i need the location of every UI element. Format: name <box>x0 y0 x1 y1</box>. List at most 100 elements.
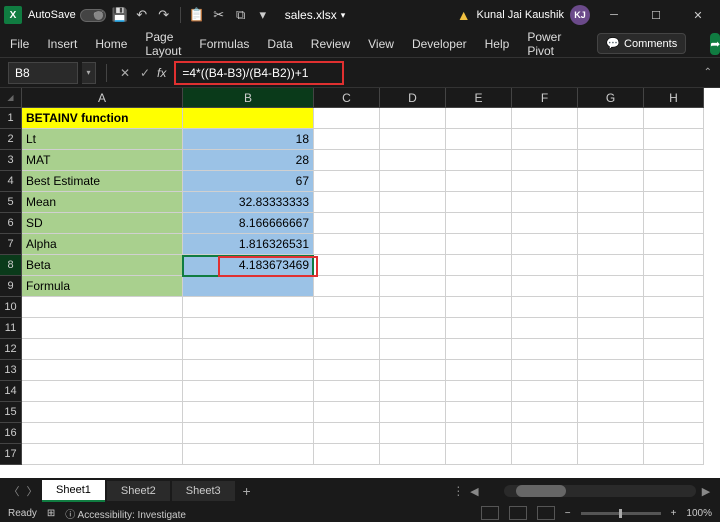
cell[interactable]: 8.166666667 <box>183 213 314 234</box>
user-account[interactable]: ▲ Kunal Jai Kaushik KJ <box>457 5 590 25</box>
tab-insert[interactable]: Insert <box>47 33 77 55</box>
view-break-icon[interactable] <box>537 506 555 520</box>
cell[interactable] <box>183 276 314 297</box>
cut-icon[interactable]: ✂ <box>211 7 227 23</box>
tab-menu-icon[interactable]: ⋮ <box>452 484 464 498</box>
row-header[interactable]: 9 <box>0 276 22 297</box>
sheet-tab-3[interactable]: Sheet3 <box>172 481 235 501</box>
zoom-slider[interactable] <box>581 512 661 515</box>
enter-icon[interactable]: ✓ <box>137 65 153 81</box>
maximize-button[interactable]: ☐ <box>638 0 674 30</box>
cell[interactable]: 67 <box>183 171 314 192</box>
col-header-b[interactable]: B <box>183 88 314 108</box>
cell[interactable]: MAT <box>22 150 183 171</box>
row-header[interactable]: 15 <box>0 402 22 423</box>
row-header[interactable]: 5 <box>0 192 22 213</box>
row-header[interactable]: 10 <box>0 297 22 318</box>
col-header-h[interactable]: H <box>644 88 704 108</box>
cell[interactable]: Mean <box>22 192 183 213</box>
col-header-d[interactable]: D <box>380 88 446 108</box>
cancel-icon[interactable]: ✕ <box>117 65 133 81</box>
row-header[interactable]: 3 <box>0 150 22 171</box>
zoom-level[interactable]: 100% <box>686 508 712 519</box>
autosave-toggle[interactable]: AutoSave Off <box>28 9 106 22</box>
row-header[interactable]: 16 <box>0 423 22 444</box>
redo-icon[interactable]: ↷ <box>156 7 172 23</box>
row-header[interactable]: 11 <box>0 318 22 339</box>
row-header[interactable]: 6 <box>0 213 22 234</box>
row-header[interactable]: 8 <box>0 255 22 276</box>
row-header[interactable]: 12 <box>0 339 22 360</box>
undo-icon[interactable]: ↶ <box>134 7 150 23</box>
col-header-f[interactable]: F <box>512 88 578 108</box>
cell[interactable]: 18 <box>183 129 314 150</box>
add-sheet-button[interactable]: + <box>237 483 257 499</box>
macro-icon[interactable]: ⊞ <box>47 508 55 519</box>
col-header-c[interactable]: C <box>314 88 380 108</box>
cell[interactable]: Lt <box>22 129 183 150</box>
name-box[interactable]: B8 <box>8 62 78 84</box>
zoom-out-button[interactable]: − <box>565 508 571 519</box>
tab-data[interactable]: Data <box>267 33 292 55</box>
cell[interactable]: SD <box>22 213 183 234</box>
worksheet[interactable]: ◢ A B C D E F G H 1BETAINV function 2Lt1… <box>0 88 720 488</box>
fx-icon[interactable]: fx <box>157 66 166 80</box>
row-header[interactable]: 17 <box>0 444 22 465</box>
cell-active[interactable]: 4.183673469 <box>183 255 314 276</box>
cell[interactable]: Alpha <box>22 234 183 255</box>
tab-formulas[interactable]: Formulas <box>199 33 249 55</box>
formula-input[interactable] <box>174 61 344 85</box>
cell[interactable]: 32.83333333 <box>183 192 314 213</box>
excel-icon: X <box>4 6 22 24</box>
formula-bar: B8 ▾ ✕ ✓ fx ⌃ <box>0 58 720 88</box>
minimize-button[interactable]: ─ <box>596 0 632 30</box>
copy-icon[interactable]: ⧉ <box>233 7 249 23</box>
share-button[interactable]: ➦ <box>710 33 720 55</box>
cell[interactable]: 28 <box>183 150 314 171</box>
cell[interactable]: Formula <box>22 276 183 297</box>
expand-formula-icon[interactable]: ⌃ <box>704 67 712 78</box>
col-header-e[interactable]: E <box>446 88 512 108</box>
tab-power-pivot[interactable]: Power Pivot <box>527 26 561 62</box>
row-header[interactable]: 1 <box>0 108 22 129</box>
tab-home[interactable]: Home <box>95 33 127 55</box>
close-button[interactable]: ✕ <box>680 0 716 30</box>
cell[interactable]: Beta <box>22 255 183 276</box>
tab-file[interactable]: File <box>10 33 29 55</box>
view-page-icon[interactable] <box>509 506 527 520</box>
tab-page-layout[interactable]: Page Layout <box>145 26 181 62</box>
row-header[interactable]: 13 <box>0 360 22 381</box>
scroll-left[interactable]: ◀ <box>466 483 482 499</box>
col-header-g[interactable]: G <box>578 88 644 108</box>
filename[interactable]: sales.xlsx ▾ <box>285 8 346 22</box>
save-icon[interactable]: 💾 <box>112 7 128 23</box>
select-all-corner[interactable]: ◢ <box>0 88 22 108</box>
cell[interactable]: Best Estimate <box>22 171 183 192</box>
clipboard-icon[interactable]: 📋 <box>189 7 205 23</box>
sheet-tab-2[interactable]: Sheet2 <box>107 481 170 501</box>
chevron-down-icon: ▾ <box>341 10 346 21</box>
chevron-down-icon[interactable]: ▾ <box>255 7 271 23</box>
comments-button[interactable]: 💬 Comments <box>597 33 686 54</box>
zoom-in-button[interactable]: + <box>671 508 677 519</box>
col-header-a[interactable]: A <box>22 88 183 108</box>
cell[interactable]: 1.816326531 <box>183 234 314 255</box>
row-header[interactable]: 14 <box>0 381 22 402</box>
row-header[interactable]: 7 <box>0 234 22 255</box>
accessibility-status[interactable]: ⓘ Accessibility: Investigate <box>65 506 186 521</box>
cell[interactable]: BETAINV function <box>22 108 183 129</box>
tab-help[interactable]: Help <box>485 33 510 55</box>
sheet-tab-1[interactable]: Sheet1 <box>42 480 105 502</box>
name-box-dropdown[interactable]: ▾ <box>82 62 96 84</box>
row-header[interactable]: 4 <box>0 171 22 192</box>
tab-nav-prev[interactable]: 〈 <box>6 483 22 499</box>
cell[interactable] <box>183 108 314 129</box>
horizontal-scrollbar[interactable] <box>504 485 696 497</box>
row-header[interactable]: 2 <box>0 129 22 150</box>
view-normal-icon[interactable] <box>481 506 499 520</box>
tab-review[interactable]: Review <box>311 33 350 55</box>
tab-nav-next[interactable]: 〉 <box>24 483 40 499</box>
tab-view[interactable]: View <box>368 33 394 55</box>
scroll-right[interactable]: ▶ <box>698 483 714 499</box>
tab-developer[interactable]: Developer <box>412 33 467 55</box>
